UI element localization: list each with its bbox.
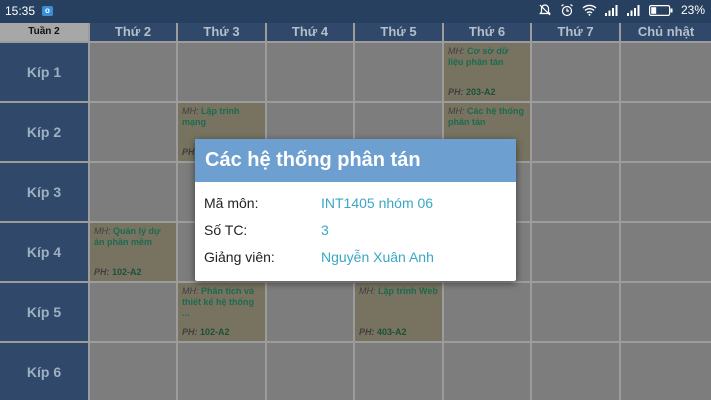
timetable-cell[interactable] <box>621 43 711 101</box>
course-room: PH: 102-A2 <box>94 267 142 277</box>
status-time: 15:35 <box>5 4 36 18</box>
course-room: PH: 403-A2 <box>359 327 407 337</box>
timetable-cell[interactable] <box>355 343 442 400</box>
timetable-cell[interactable] <box>621 223 711 281</box>
timetable-cell[interactable] <box>532 283 619 341</box>
dialog-value-code: INT1405 nhóm 06 <box>321 195 434 211</box>
course-prefix: MH: <box>94 226 111 236</box>
battery-icon <box>648 4 673 16</box>
alarm-icon <box>561 4 573 17</box>
timetable-cell[interactable] <box>532 163 619 221</box>
course-prefix: MH: <box>182 106 199 116</box>
dialog-value-lecturer: Nguyễn Xuân Anh <box>321 249 434 265</box>
signal-icon <box>604 5 618 16</box>
period-label-5: Kíp 5 <box>0 283 88 341</box>
timetable-cell[interactable] <box>532 343 619 400</box>
day-header-sun: Chủ nhật <box>621 23 711 41</box>
period-label-3: Kíp 3 <box>0 163 88 221</box>
dialog-label-code: Mã môn: <box>204 195 259 211</box>
course-prefix: MH: <box>448 46 465 56</box>
timetable-cell[interactable] <box>532 43 619 101</box>
course-prefix: MH: <box>448 106 465 116</box>
dialog-title: Các hệ thống phân tán <box>195 139 516 182</box>
timetable-cell[interactable] <box>621 343 711 400</box>
notification-icon: o <box>42 6 53 16</box>
timetable-cell[interactable] <box>444 343 530 400</box>
course-room: PH: 102-A2 <box>182 327 230 337</box>
timetable-cell[interactable] <box>532 103 619 161</box>
timetable-cell[interactable] <box>621 103 711 161</box>
course-detail-dialog: Các hệ thống phân tán Mã môn: INT1405 nh… <box>195 139 516 281</box>
course-name: Lập trình Web <box>378 286 438 296</box>
period-label-1: Kíp 1 <box>0 43 88 101</box>
signal-2-icon <box>626 5 640 16</box>
status-bar: 15:35 o 23% <box>0 0 711 23</box>
battery-percent: 23% <box>680 3 705 17</box>
timetable-cell[interactable] <box>90 103 176 161</box>
timetable-cell[interactable] <box>621 283 711 341</box>
period-label-4: Kíp 4 <box>0 223 88 281</box>
timetable-cell[interactable] <box>355 43 442 101</box>
timetable-cell[interactable] <box>621 163 711 221</box>
timetable-cell[interactable] <box>90 163 176 221</box>
period-label-6: Kíp 6 <box>0 343 88 400</box>
dialog-label-credits: Số TC: <box>204 222 248 238</box>
course-cell[interactable]: MH: Quản lý dự án phần mềm PH: 102-A2 <box>90 223 176 281</box>
timetable-cell[interactable] <box>267 283 353 341</box>
course-cell[interactable]: MH: Lập trình Web PH: 403-A2 <box>355 283 442 341</box>
dialog-label-lecturer: Giảng viên: <box>204 249 275 265</box>
course-prefix: MH: <box>182 286 199 296</box>
timetable-cell[interactable] <box>267 43 353 101</box>
day-header-mon: Thứ 2 <box>90 23 176 41</box>
timetable-cell[interactable] <box>532 223 619 281</box>
day-header-sat: Thứ 7 <box>532 23 619 41</box>
timetable-cell[interactable] <box>90 283 176 341</box>
course-cell[interactable]: MH: Cơ sở dữ liệu phân tán PH: 203-A2 <box>444 43 530 101</box>
course-prefix: MH: <box>359 286 376 296</box>
day-header-wed: Thứ 4 <box>267 23 353 41</box>
day-header-thu: Thứ 5 <box>355 23 442 41</box>
timetable-cell[interactable] <box>90 43 176 101</box>
timetable-cell[interactable] <box>90 343 176 400</box>
timetable-cell[interactable] <box>178 43 265 101</box>
period-label-2: Kíp 2 <box>0 103 88 161</box>
timetable-cell[interactable] <box>178 343 265 400</box>
dnd-off-icon <box>539 4 551 16</box>
day-header-tue: Thứ 3 <box>178 23 265 41</box>
dialog-value-credits: 3 <box>321 222 329 238</box>
week-selector[interactable]: Tuần 2 <box>0 23 88 41</box>
status-icons: 23% <box>538 3 705 17</box>
timetable-cell[interactable] <box>267 343 353 400</box>
course-room: PH: 203-A2 <box>448 87 496 97</box>
wifi-icon <box>582 4 597 16</box>
day-header-fri: Thứ 6 <box>444 23 530 41</box>
timetable-cell[interactable] <box>444 283 530 341</box>
course-cell[interactable]: MH: Phân tích và thiết kế hệ thống ... P… <box>178 283 265 341</box>
